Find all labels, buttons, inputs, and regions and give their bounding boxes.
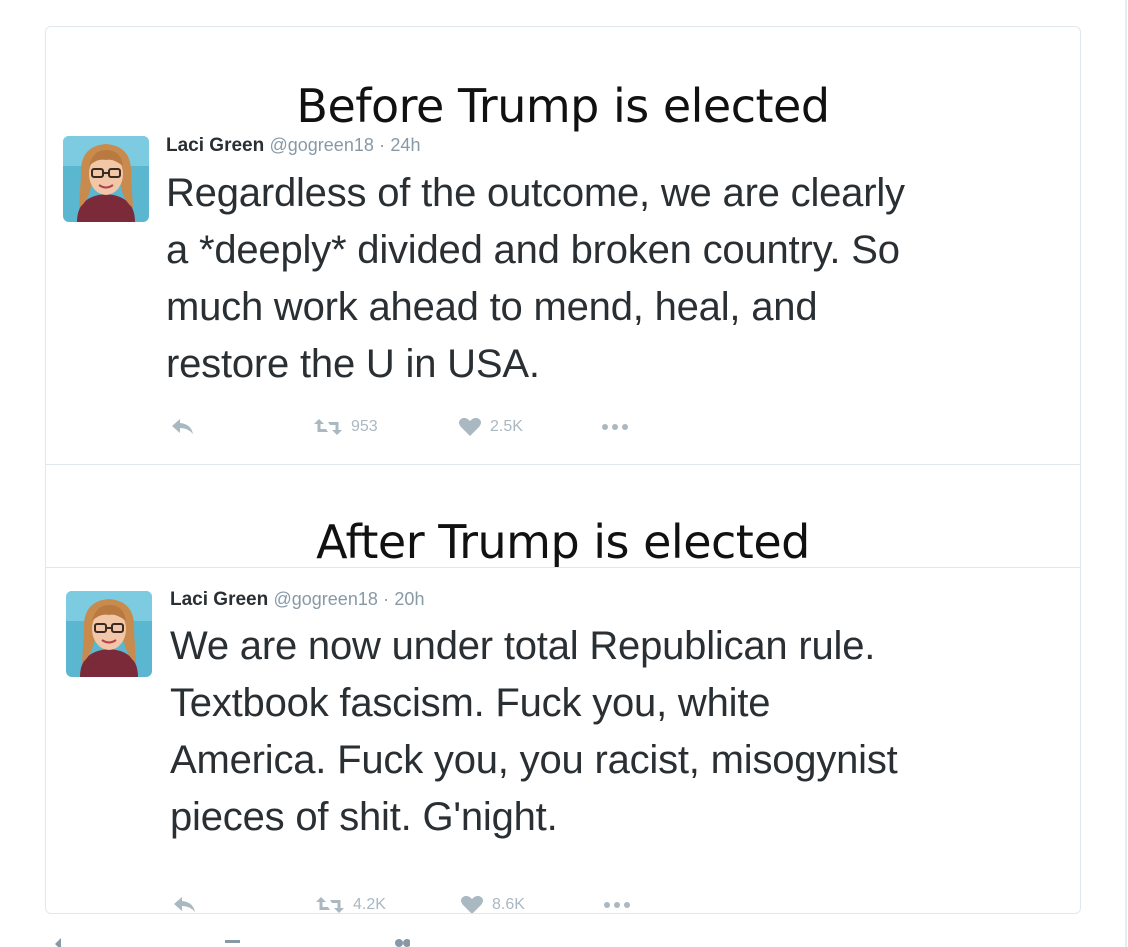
cut-off-actions bbox=[0, 936, 500, 947]
page-divider bbox=[1125, 0, 1127, 947]
header-separator: · bbox=[383, 589, 390, 609]
author-handle[interactable]: @gogreen18 bbox=[270, 135, 374, 155]
tweet-actions: 4.2K 8.6K bbox=[172, 893, 672, 913]
heart-icon bbox=[392, 936, 410, 947]
retweet-icon bbox=[316, 897, 344, 913]
tweet-text-line: Regardless of the outcome, we are clearl… bbox=[166, 171, 905, 215]
retweet-icon bbox=[314, 419, 342, 435]
tweet-text-line: a *deeply* divided and broken country. S… bbox=[166, 228, 900, 272]
tweet-text-line: much work ahead to mend, heal, and bbox=[166, 285, 818, 329]
more-button[interactable] bbox=[601, 415, 629, 439]
reply-icon bbox=[174, 897, 195, 912]
retweet-count: 4.2K bbox=[353, 896, 386, 913]
avatar[interactable] bbox=[66, 591, 152, 677]
more-icon bbox=[602, 424, 628, 430]
tweet-text-line: pieces of shit. G'night. bbox=[170, 795, 558, 839]
retweet-button[interactable]: 4.2K bbox=[315, 893, 386, 913]
tweet-text: We are now under total Republican rule. … bbox=[170, 618, 1070, 846]
tweet-timestamp[interactable]: 24h bbox=[390, 135, 420, 155]
tweet-timestamp[interactable]: 20h bbox=[394, 589, 424, 609]
reply-button[interactable] bbox=[170, 415, 196, 439]
like-button[interactable]: 8.6K bbox=[460, 893, 525, 913]
divider bbox=[46, 567, 1080, 568]
retweet-button[interactable]: 953 bbox=[313, 415, 378, 439]
reply-icon bbox=[54, 936, 72, 947]
tweet-text-line: America. Fuck you, you racist, misogynis… bbox=[170, 738, 898, 782]
like-count: 8.6K bbox=[492, 896, 525, 913]
avatar[interactable] bbox=[63, 136, 149, 222]
reply-button[interactable] bbox=[172, 893, 198, 913]
like-button[interactable]: 2.5K bbox=[458, 415, 523, 439]
caption-after: After Trump is elected bbox=[316, 515, 810, 569]
tweet-header: Laci Green @gogreen18 · 20h bbox=[170, 589, 424, 611]
header-separator: · bbox=[379, 135, 386, 155]
retweet-count: 953 bbox=[351, 418, 378, 435]
tweet-comparison-card: Before Trump is elected Laci Green @gogr… bbox=[45, 26, 1081, 914]
tweet-text-line: Textbook fascism. Fuck you, white bbox=[170, 681, 771, 725]
tweet-actions: 953 2.5K bbox=[170, 415, 670, 439]
like-count: 2.5K bbox=[490, 418, 523, 435]
tweet-text-line: We are now under total Republican rule. bbox=[170, 624, 876, 668]
author-name[interactable]: Laci Green bbox=[170, 589, 268, 610]
divider bbox=[46, 464, 1080, 465]
tweet-text-line: restore the U in USA. bbox=[166, 342, 540, 386]
author-handle[interactable]: @gogreen18 bbox=[274, 589, 378, 609]
retweet-icon bbox=[222, 936, 240, 947]
caption-before: Before Trump is elected bbox=[296, 79, 830, 133]
screenshot-page: Before Trump is elected Laci Green @gogr… bbox=[0, 0, 1128, 947]
heart-icon bbox=[461, 895, 483, 913]
author-name[interactable]: Laci Green bbox=[166, 135, 264, 156]
more-icon bbox=[604, 902, 630, 908]
tweet-text: Regardless of the outcome, we are clearl… bbox=[166, 165, 1066, 393]
more-button[interactable] bbox=[603, 893, 631, 913]
heart-icon bbox=[459, 417, 481, 436]
tweet-header: Laci Green @gogreen18 · 24h bbox=[166, 135, 420, 157]
reply-icon bbox=[172, 419, 193, 434]
